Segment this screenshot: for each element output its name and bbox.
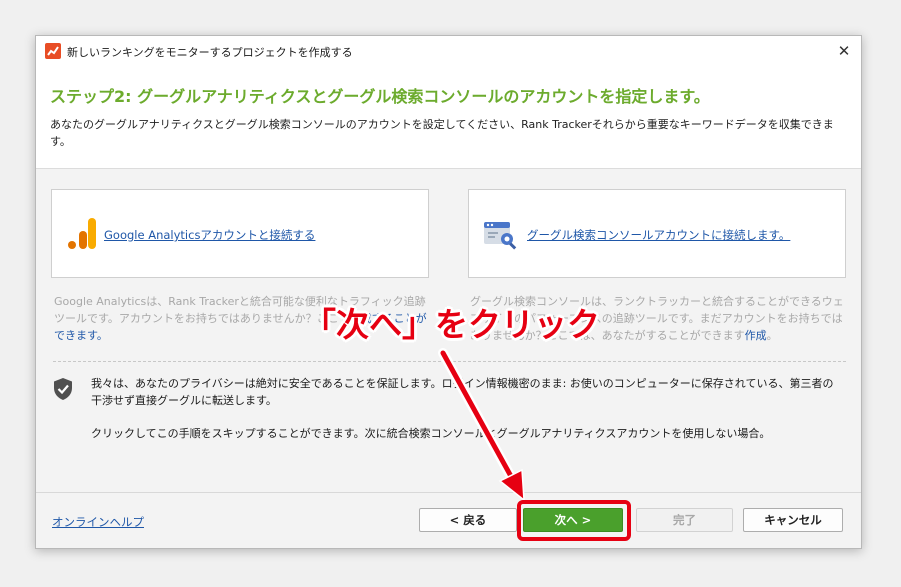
annotation-arrow: [438, 348, 525, 502]
next-button-highlight: [517, 500, 631, 541]
click-next-annotation: 「次へ」をクリック: [303, 305, 600, 344]
